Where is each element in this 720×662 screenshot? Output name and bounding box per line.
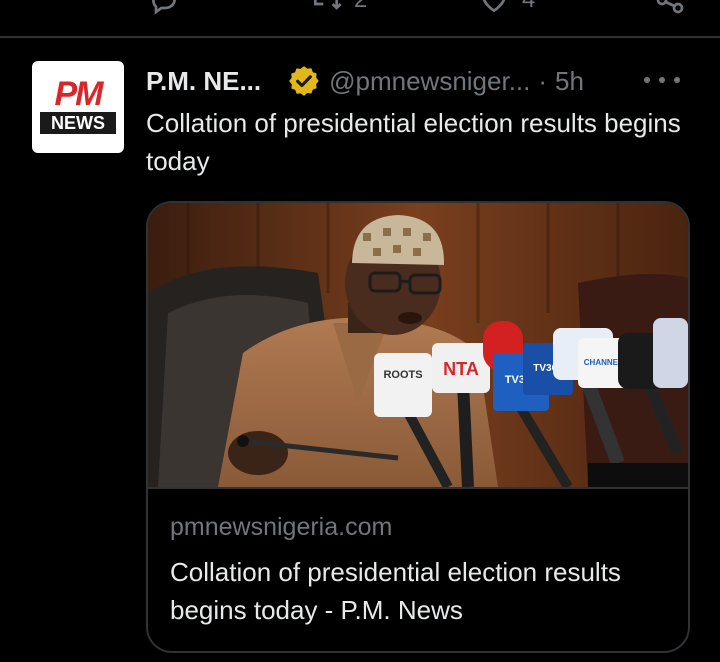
press-conference-photo: ROOTS NTA TV360 TV360 CHANNELS	[148, 203, 688, 487]
mic-label-roots: ROOTS	[383, 369, 422, 381]
card-image[interactable]: ROOTS NTA TV360 TV360 CHANNELS	[148, 203, 688, 489]
reply-button[interactable]	[148, 0, 180, 16]
author-name[interactable]: P.M. NE...	[146, 66, 261, 97]
like-count: 4	[522, 0, 535, 14]
tweet-header: P.M. NE... @pmnewsniger... · 5h	[146, 62, 696, 100]
avatar[interactable]: PM NEWS	[32, 61, 124, 153]
tweet-time[interactable]: 5h	[555, 66, 584, 97]
card-title: Collation of presidential election resul…	[170, 557, 621, 625]
previous-tweet-actions: 2 4	[0, 0, 720, 15]
like-icon	[482, 0, 506, 13]
more-icon	[644, 77, 650, 83]
mic-label-nta: NTA	[443, 359, 479, 379]
retweet-icon	[314, 0, 342, 10]
timeline: 2 4 PM NEWS P.M. NE... @pmnewsni	[0, 0, 720, 662]
avatar-logo-pm: PM	[54, 75, 104, 113]
link-card[interactable]: ROOTS NTA TV360 TV360 CHANNELS pmnewsnig…	[146, 201, 690, 653]
avatar-logo-news: NEWS	[40, 112, 116, 134]
card-domain: pmnewsnigeria.com	[170, 513, 393, 541]
header-separator: ·	[538, 65, 548, 96]
reply-icon	[151, 0, 176, 15]
share-icon	[656, 0, 684, 14]
tweet-text: Collation of presidential election resul…	[146, 108, 681, 176]
share-button[interactable]	[654, 0, 686, 16]
more-button[interactable]	[644, 70, 680, 90]
tweet-divider	[0, 36, 720, 38]
verified-badge-icon[interactable]	[287, 64, 321, 98]
retweet-count: 2	[354, 0, 367, 14]
author-handle[interactable]: @pmnewsniger...	[329, 66, 530, 97]
like-button[interactable]: 4	[478, 0, 535, 16]
retweet-button[interactable]: 2	[310, 0, 367, 16]
